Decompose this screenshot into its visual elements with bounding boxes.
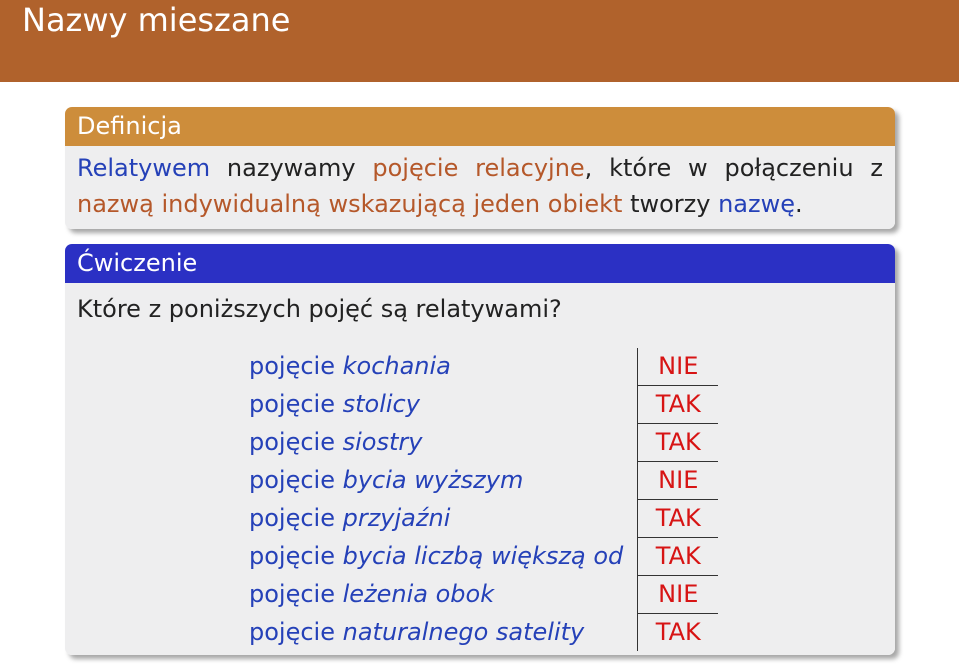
table-row: pojęcie przyjaźni TAK: [241, 499, 719, 538]
frame-title-bar: Nazwy mieszane: [0, 0, 959, 82]
def-phrase: .: [795, 190, 803, 218]
concept-term: stolicy: [342, 390, 420, 418]
concept-term: kochania: [342, 352, 451, 381]
table-row: pojęcie bycia liczbą większą od TAK: [241, 537, 719, 576]
definition-line-2: nazwą indywidualną wskazującą jeden obie…: [77, 189, 803, 219]
def-phrase: nazwę: [718, 190, 796, 218]
concept-cell: pojęcie stolicy: [241, 385, 639, 424]
definition-body: Relatywem nazywamy pojęcie relacyjne, kt…: [65, 146, 895, 229]
def-word: w: [688, 154, 708, 182]
concept-term: siostry: [342, 428, 423, 456]
concept-cell: pojęcie bycia wyższym: [241, 461, 639, 500]
answer-cell: TAK: [637, 537, 719, 576]
answer-cell: TAK: [637, 385, 719, 424]
table-row: pojęcie siostry TAK: [241, 423, 719, 462]
def-word: nazywamy: [226, 154, 356, 182]
table-row: pojęcie leżenia obok NIE: [241, 575, 719, 614]
definition-block: Definicja Relatywem nazywamy pojęcie rel…: [65, 107, 895, 229]
concept-cell: pojęcie naturalnego satelity: [241, 613, 639, 651]
answer-cell: NIE: [637, 575, 719, 614]
definition-heading: Definicja: [65, 107, 895, 146]
exercise-table: pojęcie kochania NIE pojęcie stolicy TAK poj…: [241, 348, 719, 651]
answer-cell: TAK: [637, 499, 719, 538]
answer-cell: TAK: [637, 423, 719, 462]
concept-prefix: pojęcie: [249, 428, 343, 456]
page-title: Nazwy mieszane: [22, 1, 291, 39]
table-row: pojęcie stolicy TAK: [241, 385, 719, 424]
concept-term: bycia liczbą większą od: [342, 542, 624, 570]
answer-cell: TAK: [655, 618, 701, 646]
table-row: pojęcie bycia wyższym NIE: [241, 461, 719, 500]
concept-cell: pojęcie bycia liczbą większą od: [241, 537, 639, 576]
concept-prefix: pojęcie: [249, 352, 343, 381]
answer-cell: NIE: [637, 348, 719, 386]
exercise-heading: Ćwiczenie: [65, 244, 895, 283]
exercise-question: Które z poniższych pojęć są relatywami?: [77, 295, 562, 323]
concept-term: leżenia obok: [342, 580, 495, 608]
definition-line-1: Relatywem nazywamy pojęcie relacyjne, kt…: [77, 153, 883, 183]
def-word: które: [609, 154, 672, 182]
concept-cell: pojęcie siostry: [241, 423, 639, 462]
concept-term: naturalnego satelity: [342, 617, 585, 646]
concept-prefix: pojęcie: [249, 466, 343, 494]
concept-prefix: pojęcie: [249, 504, 343, 532]
def-word: pojęcie: [372, 154, 459, 182]
def-word: połączeniu: [724, 154, 854, 182]
def-word: relacyjne,: [475, 154, 593, 182]
concept-prefix: pojęcie: [249, 580, 343, 608]
concept-cell: pojęcie kochania: [241, 348, 639, 386]
def-phrase: tworzy: [622, 190, 719, 218]
table-row: pojęcie kochania NIE: [241, 348, 719, 386]
concept-prefix: pojęcie: [249, 390, 343, 418]
def-phrase: nazwą indywidualną wskazującą jeden obie…: [77, 190, 623, 218]
concept-prefix: pojęcie: [249, 617, 343, 646]
concept-cell: pojęcie przyjaźni: [241, 499, 639, 538]
def-word: Relatywem: [77, 154, 211, 182]
table-row: pojęcie naturalnego satelity TAK: [241, 613, 718, 651]
concept-term: przyjaźni: [342, 504, 451, 532]
exercise-block: Ćwiczenie Które z poniższych pojęć są re…: [65, 244, 895, 655]
def-word: z: [870, 154, 883, 182]
concept-cell: pojęcie leżenia obok: [241, 575, 639, 614]
exercise-body: Które z poniższych pojęć są relatywami? …: [65, 283, 895, 655]
concept-term: bycia wyższym: [342, 466, 524, 494]
answer-cell: NIE: [637, 461, 719, 500]
concept-prefix: pojęcie: [249, 542, 343, 570]
